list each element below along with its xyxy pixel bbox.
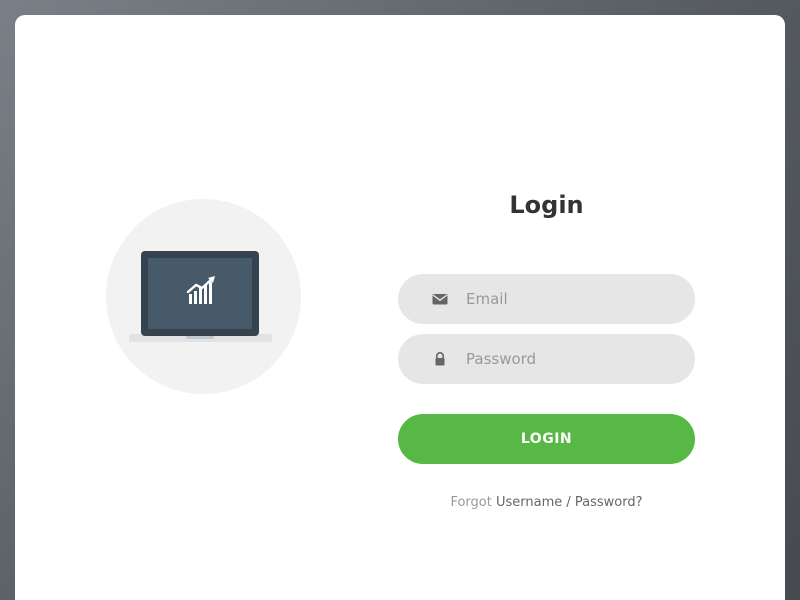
password-field[interactable] xyxy=(398,334,695,384)
password-input[interactable] xyxy=(466,334,676,384)
forgot-credentials-link[interactable]: Username / Password? xyxy=(496,495,643,510)
forgot-prefix: Forgot xyxy=(450,495,492,510)
envelope-icon xyxy=(432,294,448,305)
login-card: Login LOGIN Forgot Username / Password? xyxy=(15,15,785,600)
illustration-circle xyxy=(106,199,301,394)
laptop-chart-icon xyxy=(129,251,272,342)
forgot-credentials: Forgot Username / Password? xyxy=(398,494,695,512)
login-form: Login LOGIN Forgot Username / Password? xyxy=(398,185,695,510)
login-title: Login xyxy=(509,191,584,219)
login-button[interactable]: LOGIN xyxy=(398,414,695,464)
email-input[interactable] xyxy=(466,274,676,324)
email-field[interactable] xyxy=(398,274,695,324)
lock-icon xyxy=(435,352,445,366)
